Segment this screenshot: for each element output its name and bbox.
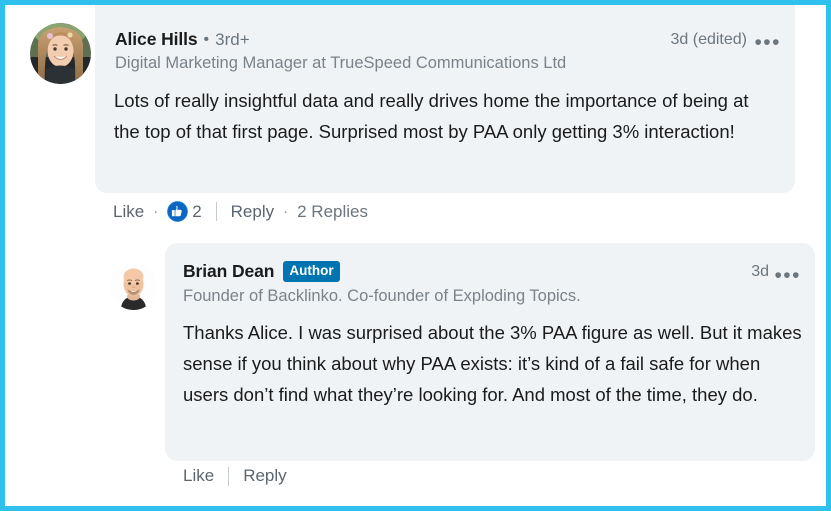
reply-button[interactable]: Reply [231, 202, 274, 222]
reply-timestamp: 3d [751, 263, 769, 280]
reply-action-bar: Like Reply [183, 466, 287, 486]
avatar[interactable] [30, 23, 91, 84]
reply-card: Brian Dean Author Founder of Backlinko. … [165, 243, 815, 461]
reply-reply-button[interactable]: Reply [243, 466, 286, 486]
comment-timestamp: 3d (edited) [670, 31, 748, 48]
reply-author-row[interactable]: Brian Dean Author [183, 261, 340, 282]
screenshot-frame: Alice Hills • 3rd+ Digital Marketing Man… [0, 0, 831, 511]
name-separator: • [203, 30, 210, 48]
reply-more-options-icon[interactable]: ••• [774, 265, 801, 286]
comment-action-bar: Like · 2 Reply · 2 Replies [113, 201, 368, 222]
action-divider [215, 202, 217, 221]
brian-avatar-photo [110, 263, 157, 310]
comment-card: Alice Hills • 3rd+ Digital Marketing Man… [95, 5, 795, 193]
comment-author-row[interactable]: Alice Hills • 3rd+ [115, 29, 250, 50]
connection-degree: 3rd+ [215, 29, 250, 49]
reply-action-divider [228, 466, 230, 486]
comment-body-text: Lots of really insightful data and reall… [114, 90, 749, 142]
comment-author-name[interactable]: Alice Hills [115, 29, 198, 50]
reaction-summary[interactable]: 2 [167, 201, 202, 222]
more-options-icon[interactable]: ••• [754, 32, 781, 53]
like-button[interactable]: Like [113, 202, 144, 222]
reply-like-button[interactable]: Like [183, 466, 214, 486]
comment-author-headline: Digital Marketing Manager at TrueSpeed C… [115, 54, 567, 72]
action-separator-dot: · [153, 203, 159, 220]
replies-count-link[interactable]: 2 Replies [297, 202, 368, 222]
reply-body-text: Thanks Alice. I was surprised about the … [183, 322, 802, 405]
comment-thread-root: Alice Hills • 3rd+ Digital Marketing Man… [5, 5, 821, 240]
action-separator-dot-2: · [283, 203, 289, 220]
thumbs-up-icon [167, 201, 189, 222]
author-badge: Author [283, 261, 340, 282]
alice-avatar-photo [30, 23, 91, 84]
reaction-count: 2 [192, 201, 202, 221]
reply-author-headline: Founder of Backlinko. Co-founder of Expl… [183, 287, 581, 305]
reply-author-name[interactable]: Brian Dean [183, 261, 274, 282]
reply-avatar[interactable] [110, 263, 157, 310]
